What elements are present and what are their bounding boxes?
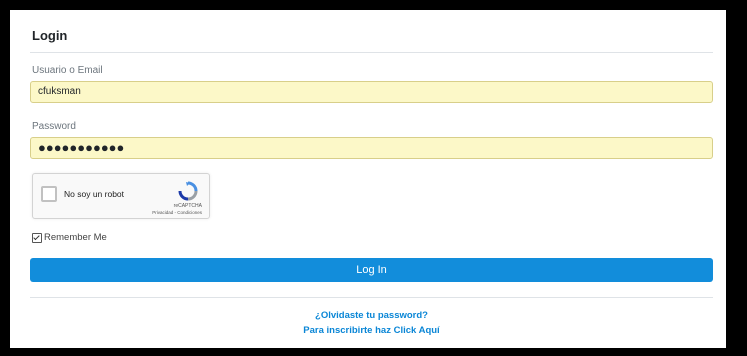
- forgot-password-link[interactable]: ¿Olvidaste tu password?: [30, 310, 713, 321]
- remember-me-checkbox[interactable]: [32, 232, 42, 243]
- recaptcha-links[interactable]: Privacidad - Condiciones: [152, 210, 202, 215]
- recaptcha-checkbox[interactable]: [41, 186, 57, 202]
- password-field[interactable]: ●●●●●●●●●●●: [30, 137, 713, 159]
- page-title: Login: [32, 28, 68, 43]
- login-button[interactable]: Log In: [30, 258, 713, 282]
- remember-me[interactable]: Remember Me: [32, 232, 107, 243]
- username-field[interactable]: cfuksman: [30, 81, 713, 103]
- footer-divider: [30, 297, 713, 298]
- password-label: Password: [32, 121, 76, 132]
- remember-me-label: Remember Me: [44, 232, 107, 243]
- login-panel: Login Usuario o Email cfuksman Password …: [10, 10, 726, 348]
- login-card: Login Usuario o Email cfuksman Password …: [30, 10, 713, 348]
- recaptcha-label: No soy un robot: [64, 189, 125, 199]
- register-link[interactable]: Para inscribirte haz Click Aquí: [30, 325, 713, 336]
- recaptcha-widget: No soy un robot reCAPTCHA Privacidad - C…: [32, 173, 210, 219]
- recaptcha-brand: reCAPTCHA: [173, 203, 202, 209]
- username-label: Usuario o Email: [32, 65, 103, 76]
- title-divider: [30, 52, 713, 53]
